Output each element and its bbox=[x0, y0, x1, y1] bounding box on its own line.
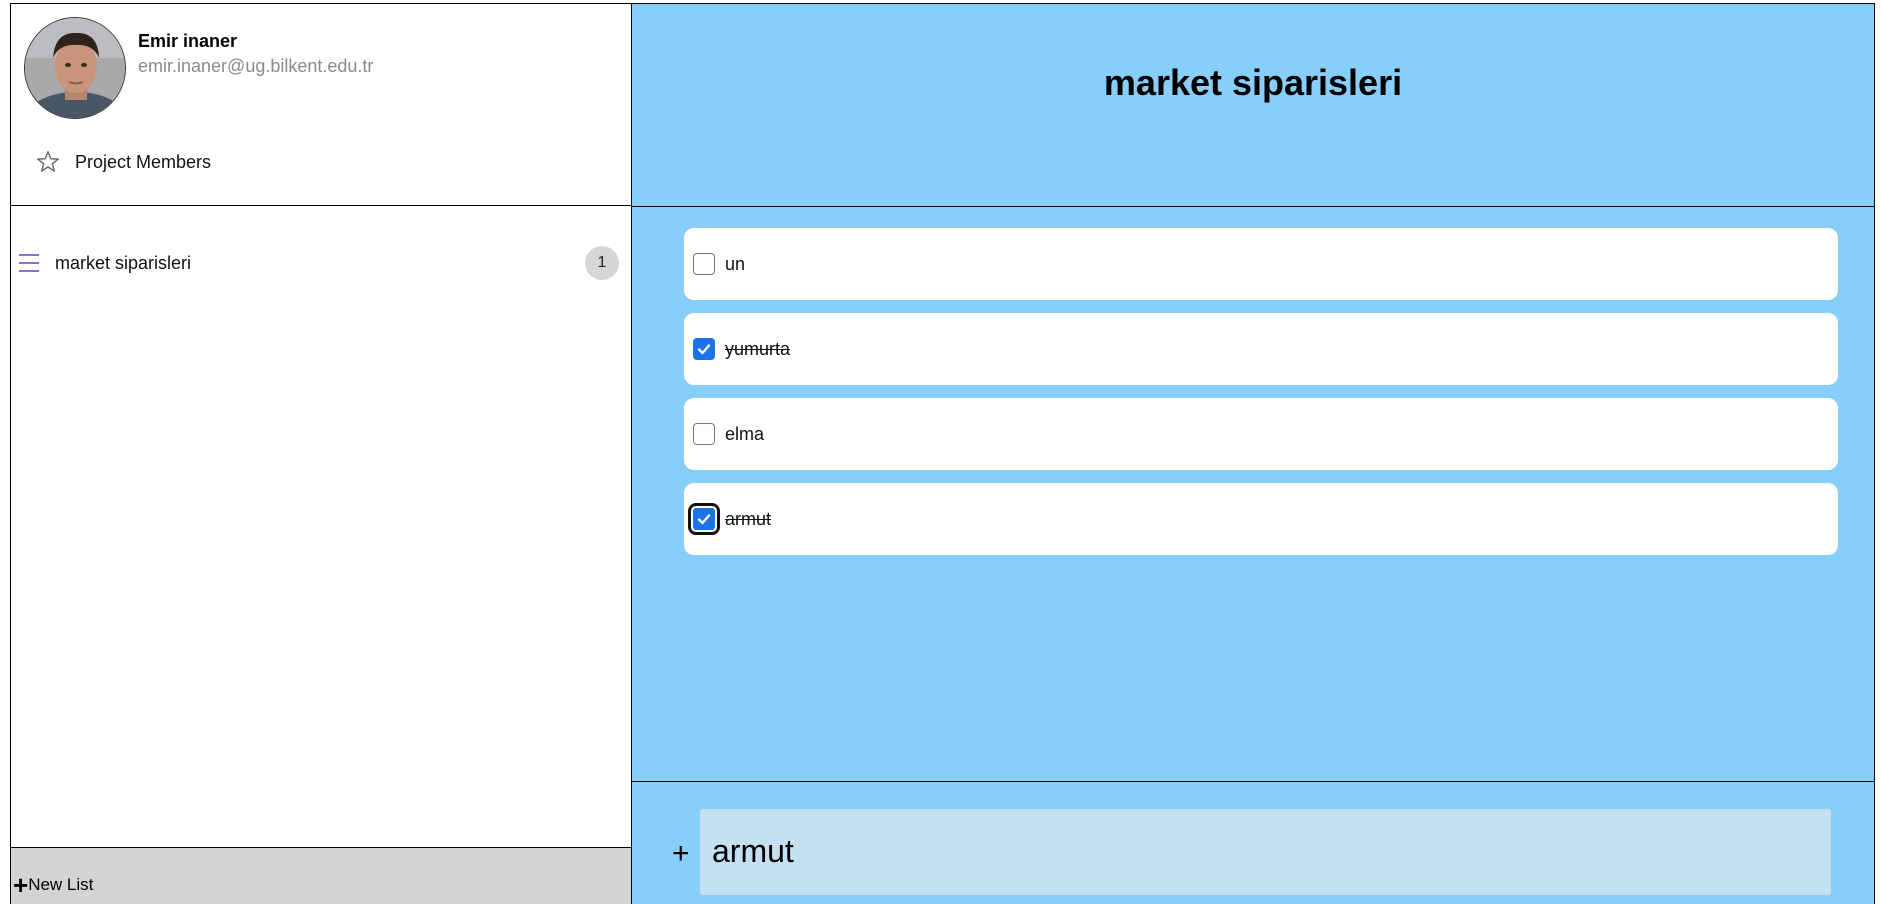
task-list: un yumurta elma armut bbox=[684, 228, 1838, 568]
menu-icon bbox=[19, 252, 41, 274]
add-task-bar: + bbox=[632, 781, 1874, 904]
add-task-input[interactable] bbox=[700, 809, 1831, 895]
task-item[interactable]: un bbox=[684, 228, 1838, 300]
task-checkbox[interactable] bbox=[693, 253, 715, 275]
user-email: emir.inaner@ug.bilkent.edu.tr bbox=[138, 56, 374, 76]
count-badge: 1 bbox=[585, 246, 619, 280]
page-title: market siparisleri bbox=[1103, 61, 1403, 103]
check-icon bbox=[697, 344, 711, 355]
task-item[interactable]: elma bbox=[684, 398, 1838, 470]
list-name: market siparisleri bbox=[55, 252, 192, 273]
sidebar: Emir inaner emir.inaner@ug.bilkent.edu.t… bbox=[10, 3, 632, 904]
user-name: Emir inaner bbox=[138, 31, 238, 51]
task-label: un bbox=[725, 253, 746, 274]
user-profile: Emir inaner emir.inaner@ug.bilkent.edu.t… bbox=[11, 4, 631, 206]
plus-icon[interactable]: + bbox=[672, 839, 690, 869]
new-list-button[interactable]: + New List bbox=[11, 847, 631, 904]
plus-icon: + bbox=[13, 870, 29, 900]
sidebar-item-market-siparisleri[interactable]: market siparisleri 1 bbox=[11, 241, 631, 285]
task-label: elma bbox=[725, 423, 765, 444]
task-item[interactable]: yumurta bbox=[684, 313, 1838, 385]
project-members-link[interactable]: Project Members bbox=[35, 147, 211, 177]
task-label: armut bbox=[725, 508, 772, 529]
app-window: Emir inaner emir.inaner@ug.bilkent.edu.t… bbox=[0, 0, 1882, 904]
list-header: market siparisleri bbox=[632, 4, 1874, 207]
task-item[interactable]: armut bbox=[684, 483, 1838, 555]
new-list-label: New List bbox=[28, 875, 94, 894]
check-icon bbox=[697, 514, 711, 525]
task-label: yumurta bbox=[725, 338, 791, 359]
project-members-label: Project Members bbox=[75, 151, 212, 172]
list-collection: market siparisleri 1 bbox=[11, 207, 631, 848]
avatar[interactable] bbox=[24, 17, 126, 119]
star-icon bbox=[37, 151, 59, 172]
main-panel: market siparisleri un yumurta elma armut… bbox=[632, 3, 1875, 904]
task-checkbox[interactable] bbox=[693, 338, 715, 360]
task-checkbox[interactable] bbox=[688, 503, 720, 535]
task-checkbox[interactable] bbox=[693, 423, 715, 445]
